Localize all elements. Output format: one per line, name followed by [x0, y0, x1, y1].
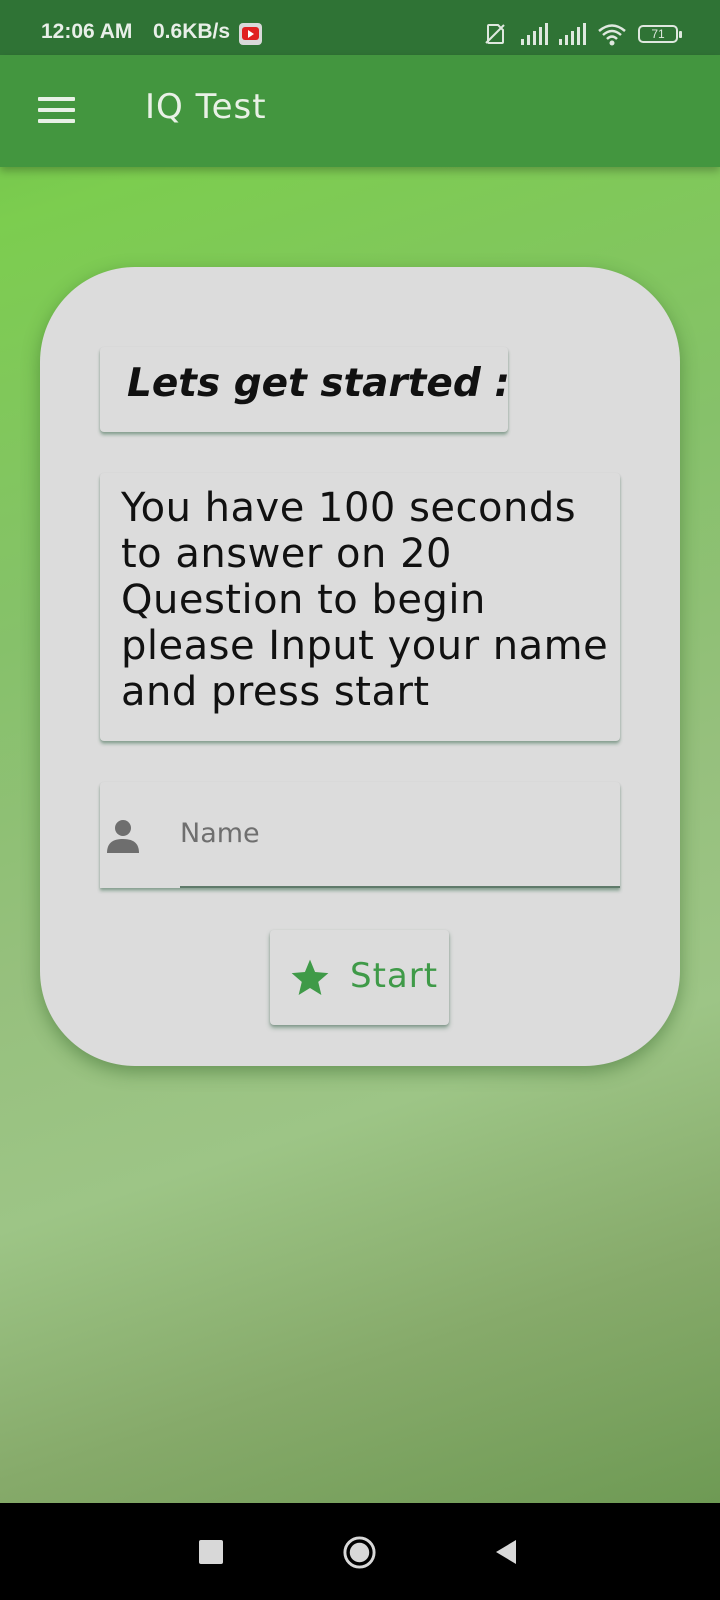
- start-button-label: Start: [350, 956, 439, 996]
- start-button[interactable]: Start: [270, 930, 449, 1025]
- youtube-notification-icon: [239, 23, 262, 45]
- battery-icon: 71: [638, 25, 682, 43]
- recents-button[interactable]: [199, 1540, 223, 1564]
- wifi-icon: [598, 24, 626, 46]
- status-bar: 12:06 AM 0.6KB/s 71: [0, 0, 720, 55]
- hamburger-menu-icon[interactable]: [38, 97, 75, 123]
- start-card: Lets get started : You have 100 seconds …: [40, 267, 680, 1066]
- no-sim-icon: [485, 24, 505, 44]
- heading-box: Lets get started :: [100, 347, 510, 432]
- signal-icon: [559, 23, 586, 45]
- star-icon: [291, 959, 329, 995]
- name-field[interactable]: [100, 782, 620, 888]
- home-button[interactable]: [342, 1535, 377, 1570]
- navigation-bar: [0, 1503, 720, 1600]
- person-icon: [107, 820, 139, 853]
- screen: 12:06 AM 0.6KB/s 71 IQ Test Lets get sta…: [0, 0, 720, 1600]
- battery-level: 71: [651, 27, 665, 41]
- instructions-text: You have 100 seconds to answer on 20 Que…: [121, 485, 609, 715]
- back-button[interactable]: [494, 1539, 518, 1565]
- name-input-underline: [180, 886, 620, 888]
- signal-icon: [521, 23, 548, 45]
- name-input[interactable]: [180, 810, 600, 856]
- heading-text: Lets get started :: [127, 361, 510, 406]
- instructions-box: You have 100 seconds to answer on 20 Que…: [100, 473, 620, 741]
- network-speed: 0.6KB/s: [153, 20, 231, 43]
- app-title: IQ Test: [145, 87, 267, 127]
- status-time: 12:06 AM: [41, 20, 133, 43]
- app-bar: IQ Test: [0, 55, 720, 167]
